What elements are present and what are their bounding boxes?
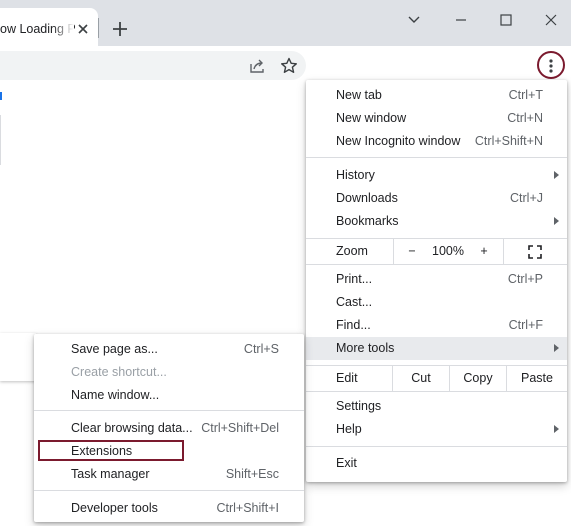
zoom-out-button[interactable]: − xyxy=(394,239,430,264)
zoom-label: Zoom xyxy=(336,244,368,258)
tab-search-chevron-icon[interactable] xyxy=(404,10,424,30)
menu-row-edit: Edit Cut Copy Paste xyxy=(306,366,567,391)
cut-button[interactable]: Cut xyxy=(393,366,449,391)
menu-item-settings[interactable]: Settings xyxy=(306,395,567,418)
menu-item-label: Help xyxy=(336,422,362,436)
more-tools-submenu: Save page as... Ctrl+S Create shortcut..… xyxy=(34,334,304,522)
close-window-icon[interactable] xyxy=(541,10,561,30)
menu-item-shortcut: Ctrl+P xyxy=(507,272,543,286)
page-panel-fragment xyxy=(0,333,36,381)
menu-separator xyxy=(306,446,567,447)
menu-item-create-shortcut: Create shortcut... xyxy=(34,361,304,384)
maximize-icon[interactable] xyxy=(496,10,516,30)
page-border-fragment xyxy=(0,115,1,165)
menu-item-label: Task manager xyxy=(71,467,150,481)
menu-item-save-page[interactable]: Save page as... Ctrl+S xyxy=(34,338,304,361)
menu-item-new-tab[interactable]: New tab Ctrl+T xyxy=(306,84,567,107)
menu-item-shortcut: Ctrl+J xyxy=(510,191,543,205)
menu-item-label: Find... xyxy=(336,318,371,332)
menu-item-name-window[interactable]: Name window... xyxy=(34,384,304,407)
minimize-icon[interactable] xyxy=(451,10,471,30)
tab-title-fade xyxy=(52,16,74,40)
menu-item-label: New tab xyxy=(336,88,382,102)
menu-item-help[interactable]: Help xyxy=(306,418,567,441)
menu-item-shortcut: Ctrl+F xyxy=(508,318,543,332)
menu-separator xyxy=(306,264,567,265)
menu-item-label: Developer tools xyxy=(71,501,158,515)
tab-close-icon[interactable] xyxy=(76,22,90,36)
menu-separator xyxy=(306,391,567,392)
menu-item-shortcut: Ctrl+N xyxy=(507,111,543,125)
menu-item-new-incognito-window[interactable]: New Incognito window Ctrl+Shift+N xyxy=(306,130,567,153)
menu-item-shortcut: Shift+Esc xyxy=(225,467,279,481)
menu-item-label: Create shortcut... xyxy=(71,365,167,379)
copy-button[interactable]: Copy xyxy=(450,366,506,391)
menu-item-label: More tools xyxy=(336,341,395,355)
zoom-in-button[interactable]: + xyxy=(466,239,502,264)
chrome-main-menu: New tab Ctrl+T New window Ctrl+N New Inc… xyxy=(306,80,567,482)
menu-item-label: Downloads xyxy=(336,191,398,205)
menu-item-clear-browsing-data[interactable]: Clear browsing data... Ctrl+Shift+Del xyxy=(34,417,304,440)
menu-item-label: Cast... xyxy=(336,295,373,309)
menu-item-bookmarks[interactable]: Bookmarks xyxy=(306,210,567,233)
menu-item-shortcut: Ctrl+T xyxy=(508,88,543,102)
submenu-arrow-icon xyxy=(554,425,559,433)
share-icon[interactable] xyxy=(248,57,266,75)
submenu-arrow-icon xyxy=(554,171,559,179)
menu-item-new-window[interactable]: New window Ctrl+N xyxy=(306,107,567,130)
menu-item-shortcut: Ctrl+S xyxy=(243,342,279,356)
menu-item-developer-tools[interactable]: Developer tools Ctrl+Shift+I xyxy=(34,497,304,520)
extensions-highlight-box xyxy=(38,440,184,461)
menu-item-shortcut: Ctrl+Shift+N xyxy=(474,134,543,148)
menu-item-shortcut: Ctrl+Shift+I xyxy=(216,501,279,515)
menu-separator xyxy=(306,157,567,158)
menu-item-label: Clear browsing data... xyxy=(71,421,193,435)
menu-item-label: Bookmarks xyxy=(336,214,399,228)
menu-item-more-tools[interactable]: More tools xyxy=(306,337,567,360)
menu-item-task-manager[interactable]: Task manager Shift+Esc xyxy=(34,463,304,486)
menu-item-shortcut: Ctrl+Shift+Del xyxy=(201,421,279,435)
menu-item-history[interactable]: History xyxy=(306,164,567,187)
fullscreen-icon[interactable] xyxy=(528,245,542,259)
kebab-menu-icon xyxy=(549,59,553,73)
menu-row-zoom: Zoom − 100% + xyxy=(306,239,567,264)
menu-item-print[interactable]: Print... Ctrl+P xyxy=(306,268,567,291)
menu-item-label: Print... xyxy=(336,272,373,286)
menu-item-downloads[interactable]: Downloads Ctrl+J xyxy=(306,187,567,210)
menu-item-label: Save page as... xyxy=(71,342,158,356)
menu-separator xyxy=(34,410,304,411)
tab-separator xyxy=(98,18,99,38)
menu-item-label: Exit xyxy=(336,456,357,470)
menu-item-find[interactable]: Find... Ctrl+F xyxy=(306,314,567,337)
new-tab-icon[interactable] xyxy=(111,20,129,38)
submenu-arrow-icon xyxy=(554,344,559,352)
bookmark-star-icon[interactable] xyxy=(279,56,299,76)
submenu-arrow-icon xyxy=(554,217,559,225)
menu-item-label: Name window... xyxy=(71,388,160,402)
menu-item-exit[interactable]: Exit xyxy=(306,452,567,475)
page-link-fragment xyxy=(0,92,2,100)
menu-item-label: History xyxy=(336,168,375,182)
menu-item-label: New Incognito window xyxy=(336,134,461,148)
menu-item-label: Settings xyxy=(336,399,382,413)
zoom-divider xyxy=(503,239,504,264)
menu-separator xyxy=(34,490,304,491)
menu-item-label: New window xyxy=(336,111,407,125)
menu-item-cast[interactable]: Cast... xyxy=(306,291,567,314)
zoom-level: 100% xyxy=(432,244,464,258)
paste-button[interactable]: Paste xyxy=(507,366,567,391)
edit-label: Edit xyxy=(336,371,358,385)
